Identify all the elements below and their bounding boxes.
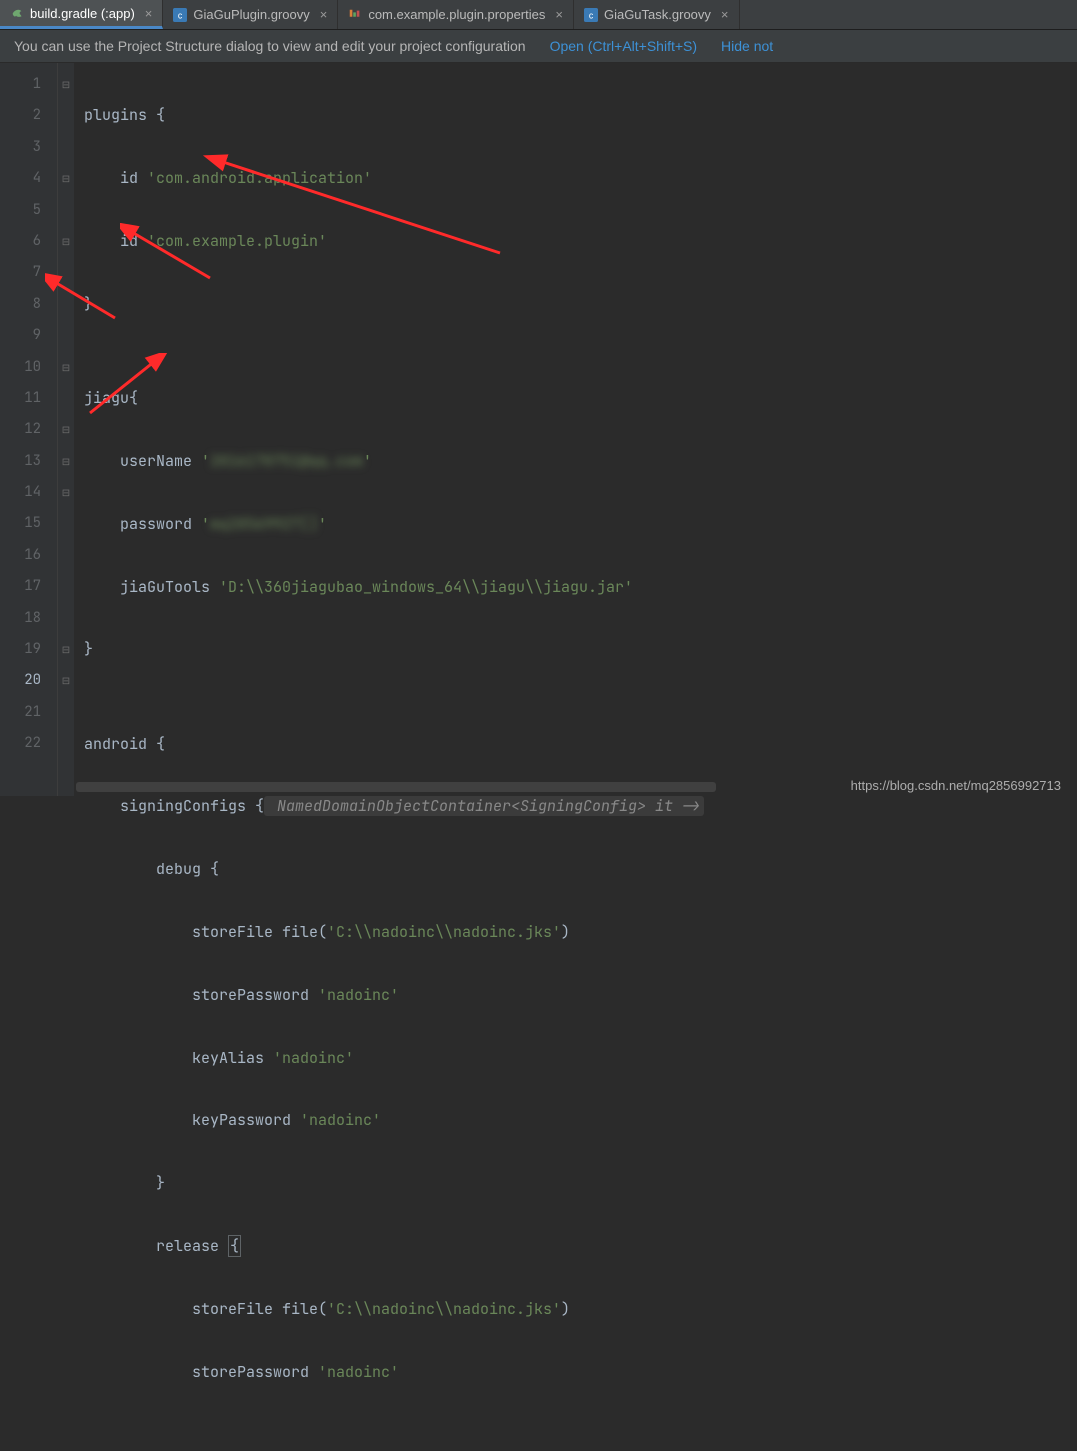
- close-icon[interactable]: ×: [721, 7, 729, 22]
- tab-label: GiaGuTask.groovy: [604, 7, 711, 22]
- watermark: https://blog.csdn.net/mq2856992713: [851, 778, 1061, 793]
- code-editor[interactable]: 12345678910111213141516171819202122 ⊟⊟⊟⊟…: [0, 63, 1077, 796]
- notification-text: You can use the Project Structure dialog…: [14, 38, 526, 54]
- tab-label: GiaGuPlugin.groovy: [193, 7, 309, 22]
- properties-icon: [348, 8, 362, 22]
- tab-giagu-plugin[interactable]: c GiaGuPlugin.groovy ×: [163, 0, 338, 29]
- fold-column: ⊟⊟⊟⊟⊟⊟⊟⊟⊟: [58, 63, 74, 796]
- hide-notification-link[interactable]: Hide not: [721, 38, 773, 54]
- open-project-structure-link[interactable]: Open (Ctrl+Alt+Shift+S): [550, 38, 697, 54]
- notification-bar: You can use the Project Structure dialog…: [0, 30, 1077, 63]
- annotation-arrow: [200, 153, 510, 263]
- svg-text:c: c: [589, 10, 594, 20]
- editor-tabbar: build.gradle (:app) × c GiaGuPlugin.groo…: [0, 0, 1077, 30]
- close-icon[interactable]: ×: [145, 6, 153, 21]
- tab-label: build.gradle (:app): [30, 6, 135, 21]
- tab-giagu-task[interactable]: c GiaGuTask.groovy ×: [574, 0, 740, 29]
- annotation-arrow: [120, 223, 220, 283]
- tab-label: com.example.plugin.properties: [368, 7, 545, 22]
- gradle-icon: [10, 6, 24, 20]
- annotation-arrow: [80, 353, 170, 423]
- line-gutter: 12345678910111213141516171819202122: [0, 63, 58, 796]
- annotation-arrow: [45, 273, 125, 323]
- tab-build-gradle[interactable]: build.gradle (:app) ×: [0, 0, 163, 29]
- svg-text:c: c: [178, 10, 183, 20]
- close-icon[interactable]: ×: [320, 7, 328, 22]
- tab-properties[interactable]: com.example.plugin.properties ×: [338, 0, 574, 29]
- close-icon[interactable]: ×: [555, 7, 563, 22]
- groovy-icon: c: [584, 8, 598, 22]
- groovy-icon: c: [173, 8, 187, 22]
- horizontal-scrollbar[interactable]: [76, 782, 716, 792]
